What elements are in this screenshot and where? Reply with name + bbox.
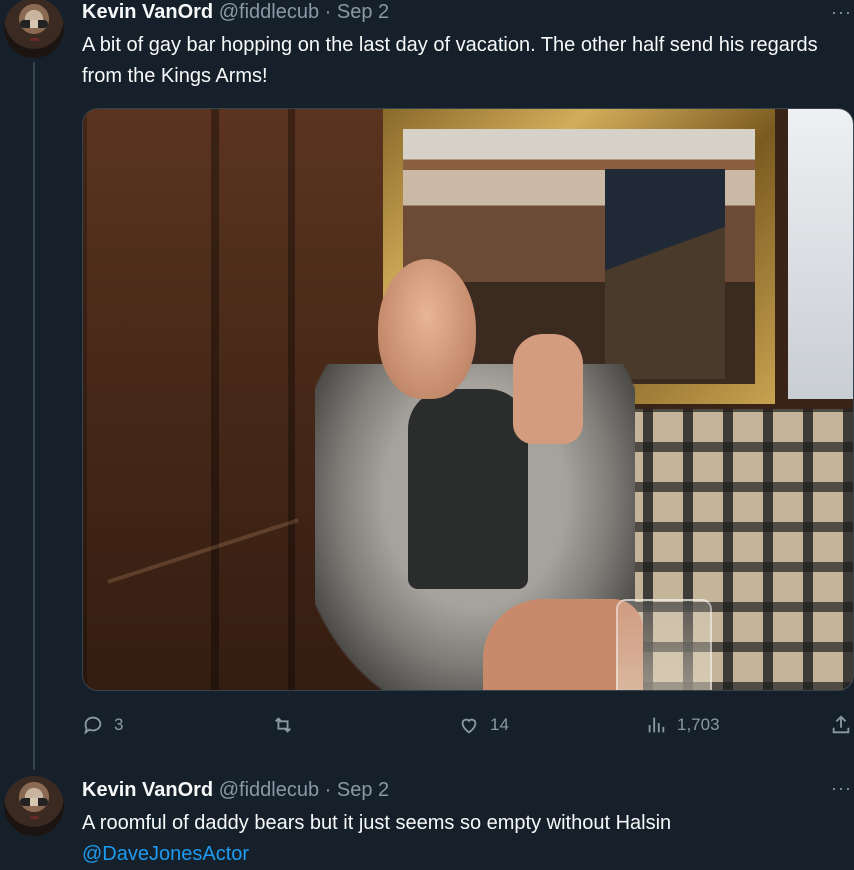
views-button[interactable]: 1,703 [645,710,720,740]
retweet-button[interactable] [272,710,304,740]
like-count: 14 [490,715,509,734]
author-name[interactable]: Kevin VanOrd [82,779,213,801]
heart-icon [461,718,477,734]
person-head [378,259,476,399]
reply-count: 3 [114,715,124,734]
mention-link[interactable]: @DaveJonesActor [82,839,854,870]
reply-icon [84,716,102,735]
tweet-text-container: A roomful of daddy bears but it just see… [82,808,854,870]
avatar[interactable] [4,776,64,836]
more-options-icon[interactable]: ··· [831,2,852,23]
tweet-text: A roomful of daddy bears but it just see… [82,812,672,834]
separator: · [324,779,332,801]
avatar-mouth [30,816,39,819]
avatar[interactable] [4,0,64,58]
author-handle[interactable]: @fiddlecub [219,779,319,801]
view-count: 1,703 [677,715,720,734]
tweet-actions: 3 14 1,703 [82,710,854,740]
tweet[interactable]: Kevin VanOrd @fiddlecub · Sep 2 ··· A bi… [0,0,854,770]
like-button[interactable]: 14 [458,710,509,740]
more-options-icon[interactable]: ··· [831,778,852,799]
waving-hand [513,334,583,444]
person-shirt [408,389,528,589]
views-icon [648,717,665,733]
tweet-header: Kevin VanOrd @fiddlecub · Sep 2 [82,0,389,24]
tweet-date[interactable]: Sep 2 [337,779,389,801]
reply-button[interactable]: 3 [82,710,123,740]
tweet-header: Kevin VanOrd @fiddlecub · Sep 2 [82,778,389,802]
staircase-reflection [605,169,725,379]
share-button[interactable] [830,710,852,740]
window [788,109,853,399]
tweet-text: A bit of gay bar hopping on the last day… [82,34,818,87]
author-name[interactable]: Kevin VanOrd [82,1,213,23]
avatar-eyes [20,20,48,28]
thread-line [33,62,35,770]
tweet-date[interactable]: Sep 2 [337,1,389,23]
drink-glass [616,599,712,690]
tweet-photo[interactable] [82,108,854,691]
tweet[interactable]: Kevin VanOrd @fiddlecub · Sep 2 ··· A ro… [0,770,854,868]
share-icon [832,715,850,734]
separator: · [324,1,332,23]
author-handle[interactable]: @fiddlecub [219,1,319,23]
avatar-eyes [20,798,48,806]
avatar-mouth [30,38,39,41]
retweet-icon [275,717,291,733]
